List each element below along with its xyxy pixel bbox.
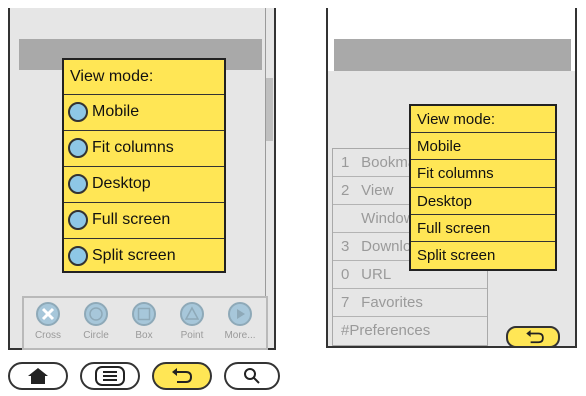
- popup-title: View mode:: [411, 106, 555, 134]
- tool-label: Point: [180, 330, 204, 341]
- cross-icon: [36, 302, 60, 326]
- back-button-right[interactable]: [506, 326, 560, 348]
- view-mode-option-desktop[interactable]: Desktop: [411, 188, 555, 215]
- radio-icon[interactable]: [68, 138, 88, 158]
- back-button[interactable]: [152, 362, 212, 390]
- view-mode-option-desktop[interactable]: Desktop: [64, 167, 224, 203]
- radio-icon[interactable]: [68, 210, 88, 230]
- view-mode-option-split-screen[interactable]: Split screen: [64, 239, 224, 274]
- view-mode-popup: View mode: Mobile Fit columns Desktop Fu…: [62, 58, 226, 273]
- option-label: Fit columns: [92, 139, 174, 156]
- option-label: Mobile: [92, 103, 140, 120]
- option-label: Desktop: [92, 175, 151, 192]
- radio-icon[interactable]: [68, 174, 88, 194]
- menu-item-label: View: [361, 182, 394, 199]
- scrollbar-thumb[interactable]: [266, 78, 273, 141]
- option-label: Full screen: [92, 211, 171, 228]
- tool-box[interactable]: Box: [122, 300, 166, 348]
- home-button[interactable]: [8, 362, 68, 390]
- tool-label: Cross: [34, 330, 62, 341]
- address-bar: [334, 39, 571, 71]
- menu-item[interactable]: 7 Favorites: [333, 289, 487, 317]
- tool-more[interactable]: More...: [218, 300, 262, 348]
- box-icon: [132, 302, 156, 326]
- home-icon: [28, 368, 48, 384]
- menu-button[interactable]: [80, 362, 140, 390]
- menu-item-shortcut: 0: [341, 266, 350, 283]
- menu-item-shortcut: 3: [341, 238, 350, 255]
- tool-label: Box: [135, 330, 153, 341]
- triangle-icon: [180, 302, 204, 326]
- tool-cross[interactable]: Cross: [26, 300, 70, 348]
- search-button[interactable]: [224, 362, 280, 390]
- search-icon: [244, 368, 260, 384]
- menu-item-label: Favorites: [361, 294, 423, 311]
- view-mode-option-fit-columns[interactable]: Fit columns: [411, 160, 555, 188]
- menu-item-label: Preferences: [349, 322, 431, 339]
- menu-item[interactable]: #Preferences: [333, 317, 487, 344]
- radio-icon[interactable]: [68, 246, 88, 266]
- play-icon: [228, 302, 252, 326]
- menu-item-shortcut: 2: [341, 182, 350, 199]
- view-mode-option-split-screen[interactable]: Split screen: [411, 242, 555, 269]
- view-mode-option-full-screen[interactable]: Full screen: [411, 215, 555, 242]
- tool-label: More...: [224, 330, 256, 341]
- tool-label: Circle: [83, 330, 109, 341]
- menu-item-shortcut: 7: [341, 294, 350, 311]
- menu-item-label: URL: [361, 266, 392, 283]
- back-arrow-icon: [172, 368, 193, 383]
- tool-circle[interactable]: Circle: [74, 300, 118, 348]
- menu-item-shortcut: 1: [341, 154, 350, 171]
- back-arrow-icon: [526, 330, 544, 344]
- view-mode-popup-right: View mode: Mobile Fit columns Desktop Fu…: [409, 104, 557, 271]
- radio-icon[interactable]: [68, 102, 88, 122]
- option-label: Split screen: [92, 247, 176, 264]
- tool-point[interactable]: Point: [170, 300, 214, 348]
- view-mode-option-mobile[interactable]: Mobile: [64, 95, 224, 131]
- view-mode-option-mobile[interactable]: Mobile: [411, 133, 555, 161]
- drawing-toolbar: Cross Circle Box Point More...: [22, 296, 268, 350]
- menu-icon: [95, 366, 125, 386]
- view-mode-option-full-screen[interactable]: Full screen: [64, 203, 224, 239]
- popup-title: View mode:: [64, 60, 224, 95]
- view-mode-option-fit-columns[interactable]: Fit columns: [64, 131, 224, 167]
- circle-icon: [84, 302, 108, 326]
